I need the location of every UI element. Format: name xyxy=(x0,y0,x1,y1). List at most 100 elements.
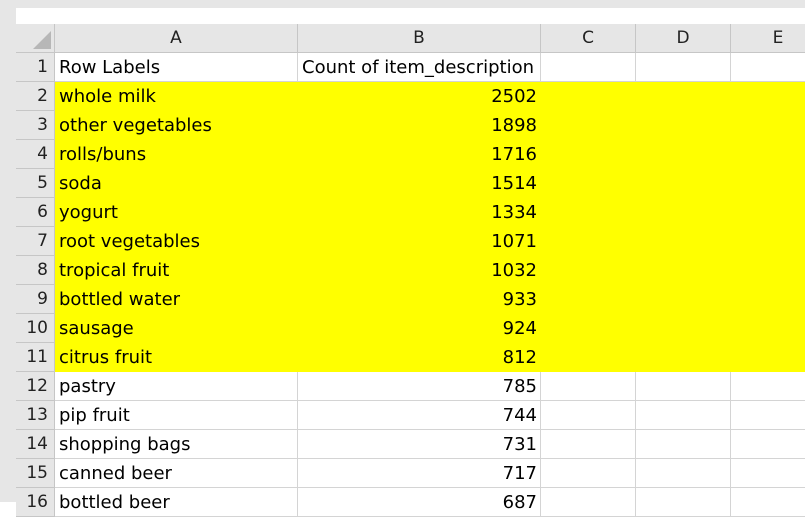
row-header[interactable]: 4 xyxy=(16,140,55,169)
cell-e[interactable] xyxy=(731,140,805,169)
row-header[interactable]: 7 xyxy=(16,227,55,256)
row-header[interactable]: 15 xyxy=(16,459,55,488)
cell-c[interactable] xyxy=(541,256,636,285)
row-header[interactable]: 14 xyxy=(16,430,55,459)
cell-e[interactable] xyxy=(731,401,805,430)
row-header[interactable]: 12 xyxy=(16,372,55,401)
cell-e[interactable] xyxy=(731,372,805,401)
item-label-cell[interactable]: yogurt xyxy=(55,198,298,227)
item-count-cell[interactable]: 717 xyxy=(298,459,541,488)
row-header[interactable]: 1 xyxy=(16,53,55,82)
cell-e[interactable] xyxy=(731,488,805,517)
cell-c[interactable] xyxy=(541,459,636,488)
cell-d[interactable] xyxy=(636,285,731,314)
cell-e[interactable] xyxy=(731,459,805,488)
item-label-cell[interactable]: shopping bags xyxy=(55,430,298,459)
cell-d[interactable] xyxy=(636,459,731,488)
item-count-cell[interactable]: 1716 xyxy=(298,140,541,169)
cell-d[interactable] xyxy=(636,53,731,82)
cell-d[interactable] xyxy=(636,256,731,285)
row-header[interactable]: 9 xyxy=(16,285,55,314)
cell-d[interactable] xyxy=(636,227,731,256)
cell-a1-row-labels[interactable]: Row Labels xyxy=(55,53,298,82)
column-header-b[interactable]: B xyxy=(298,24,541,53)
item-label-cell[interactable]: whole milk xyxy=(55,82,298,111)
item-label-cell[interactable]: tropical fruit xyxy=(55,256,298,285)
column-header-d[interactable]: D xyxy=(636,24,731,53)
column-header-e[interactable]: E xyxy=(731,24,805,53)
item-count-cell[interactable]: 744 xyxy=(298,401,541,430)
item-label-cell[interactable]: bottled beer xyxy=(55,488,298,517)
cell-e[interactable] xyxy=(731,53,805,82)
row-header[interactable]: 13 xyxy=(16,401,55,430)
item-label-cell[interactable]: root vegetables xyxy=(55,227,298,256)
cell-d[interactable] xyxy=(636,111,731,140)
cell-c[interactable] xyxy=(541,169,636,198)
select-all-button[interactable] xyxy=(16,24,55,53)
row-header[interactable]: 6 xyxy=(16,198,55,227)
item-count-cell[interactable]: 1514 xyxy=(298,169,541,198)
cell-e[interactable] xyxy=(731,256,805,285)
row-header[interactable]: 3 xyxy=(16,111,55,140)
cell-c[interactable] xyxy=(541,343,636,372)
column-header-a[interactable]: A xyxy=(55,24,298,53)
cell-e[interactable] xyxy=(731,169,805,198)
cell-c[interactable] xyxy=(541,372,636,401)
item-label-cell[interactable]: pip fruit xyxy=(55,401,298,430)
cell-d[interactable] xyxy=(636,140,731,169)
item-count-cell[interactable]: 785 xyxy=(298,372,541,401)
cell-c[interactable] xyxy=(541,111,636,140)
cell-c[interactable] xyxy=(541,430,636,459)
cell-c[interactable] xyxy=(541,314,636,343)
cell-b1-count-header[interactable]: Count of item_description xyxy=(298,53,541,82)
cell-e[interactable] xyxy=(731,314,805,343)
cell-d[interactable] xyxy=(636,401,731,430)
row-header[interactable]: 5 xyxy=(16,169,55,198)
cell-e[interactable] xyxy=(731,82,805,111)
item-label-cell[interactable]: citrus fruit xyxy=(55,343,298,372)
row-header[interactable]: 16 xyxy=(16,488,55,517)
cell-e[interactable] xyxy=(731,430,805,459)
row-header[interactable]: 11 xyxy=(16,343,55,372)
cell-d[interactable] xyxy=(636,372,731,401)
item-label-cell[interactable]: canned beer xyxy=(55,459,298,488)
cell-d[interactable] xyxy=(636,488,731,517)
cell-d[interactable] xyxy=(636,430,731,459)
item-label-cell[interactable]: other vegetables xyxy=(55,111,298,140)
cell-c[interactable] xyxy=(541,140,636,169)
row-header[interactable]: 8 xyxy=(16,256,55,285)
cell-c[interactable] xyxy=(541,198,636,227)
cell-e[interactable] xyxy=(731,111,805,140)
item-label-cell[interactable]: soda xyxy=(55,169,298,198)
item-count-cell[interactable]: 924 xyxy=(298,314,541,343)
item-count-cell[interactable]: 812 xyxy=(298,343,541,372)
cell-d[interactable] xyxy=(636,343,731,372)
item-label-cell[interactable]: bottled water xyxy=(55,285,298,314)
item-count-cell[interactable]: 687 xyxy=(298,488,541,517)
cell-c[interactable] xyxy=(541,285,636,314)
cell-c[interactable] xyxy=(541,227,636,256)
item-count-cell[interactable]: 1032 xyxy=(298,256,541,285)
cell-e[interactable] xyxy=(731,343,805,372)
item-count-cell[interactable]: 731 xyxy=(298,430,541,459)
cell-d[interactable] xyxy=(636,314,731,343)
item-count-cell[interactable]: 933 xyxy=(298,285,541,314)
row-header[interactable]: 10 xyxy=(16,314,55,343)
column-header-c[interactable]: C xyxy=(541,24,636,53)
row-header[interactable]: 2 xyxy=(16,82,55,111)
item-count-cell[interactable]: 1071 xyxy=(298,227,541,256)
item-count-cell[interactable]: 1334 xyxy=(298,198,541,227)
cell-d[interactable] xyxy=(636,198,731,227)
cell-e[interactable] xyxy=(731,285,805,314)
cell-c[interactable] xyxy=(541,488,636,517)
item-label-cell[interactable]: rolls/buns xyxy=(55,140,298,169)
cell-c[interactable] xyxy=(541,82,636,111)
cell-c[interactable] xyxy=(541,401,636,430)
item-count-cell[interactable]: 1898 xyxy=(298,111,541,140)
cell-d[interactable] xyxy=(636,82,731,111)
item-count-cell[interactable]: 2502 xyxy=(298,82,541,111)
cell-d[interactable] xyxy=(636,169,731,198)
cell-c[interactable] xyxy=(541,53,636,82)
item-label-cell[interactable]: pastry xyxy=(55,372,298,401)
cell-e[interactable] xyxy=(731,227,805,256)
